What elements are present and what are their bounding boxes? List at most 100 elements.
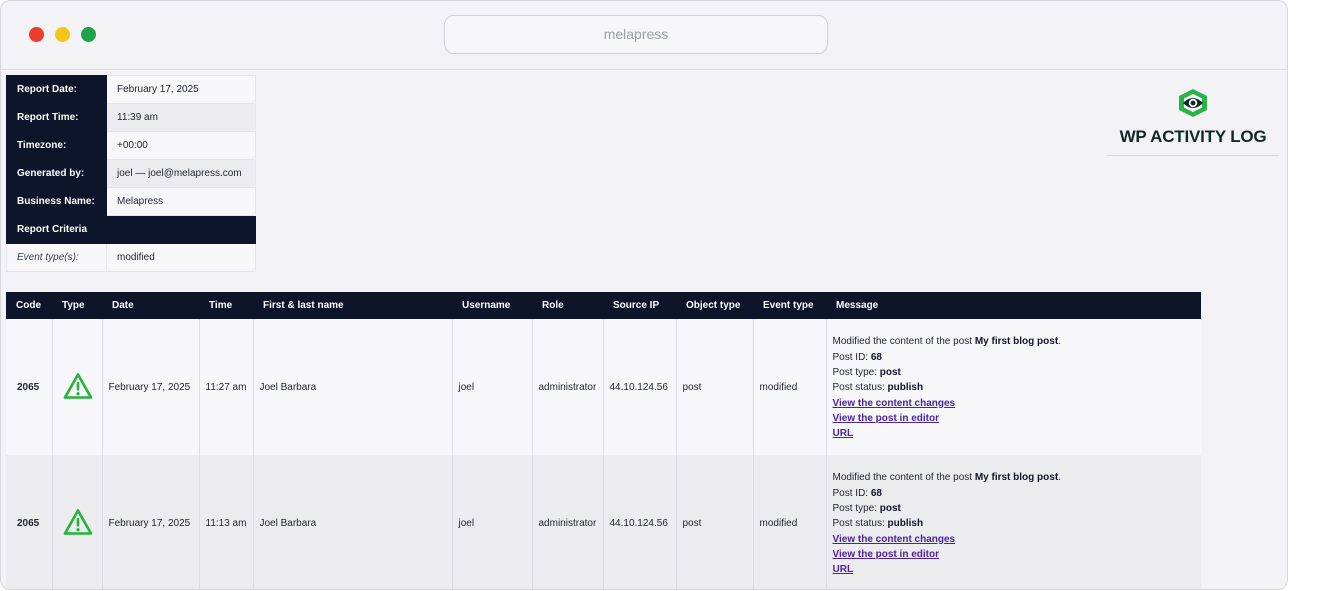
event-role: administrator xyxy=(531,319,603,455)
url-link[interactable]: URL xyxy=(833,426,1202,441)
maximize-window-button[interactable] xyxy=(81,27,96,42)
message-post-id-line: Post ID: 68 xyxy=(833,486,1202,501)
report-page: Report Date: February 17, 2025 Report Ti… xyxy=(1,70,1287,589)
column-header-type: Type xyxy=(52,292,102,319)
message-intro-end: . xyxy=(1058,472,1061,484)
column-header-date: Date xyxy=(102,292,199,319)
message-intro: Modified the content of the post xyxy=(832,472,975,484)
logo-divider xyxy=(1107,155,1279,156)
info-value: 11:39 am xyxy=(106,103,256,132)
warning-icon xyxy=(63,372,92,399)
message-post-status-line: Post status: publish xyxy=(833,380,1202,395)
event-event-type: modified xyxy=(752,455,826,589)
info-row-business-name: Business Name: Melapress xyxy=(6,187,256,216)
event-user-name: Joel Barbara xyxy=(252,319,452,455)
event-object-type: post xyxy=(675,455,753,589)
event-source-ip: 44.10.124.56 xyxy=(602,455,676,589)
browser-window: melapress Report Date: February 17, 2025… xyxy=(0,0,1288,590)
post-id-value: 68 xyxy=(870,351,882,363)
events-table: Code Type Date Time First & last name Us… xyxy=(6,292,1202,589)
event-event-type: modified xyxy=(752,319,826,455)
info-value: +00:00 xyxy=(106,131,256,160)
event-username: joel xyxy=(451,455,532,589)
post-type-label: Post type: xyxy=(832,503,880,515)
column-header-source-ip: Source IP xyxy=(603,292,676,319)
post-status-label: Post status: xyxy=(832,518,888,530)
eye-icon xyxy=(1179,89,1207,117)
column-header-event-type: Event type xyxy=(753,292,826,319)
info-label: Generated by: xyxy=(6,159,107,188)
title-bar: melapress xyxy=(1,1,1287,70)
event-user-name: Joel Barbara xyxy=(252,455,452,589)
events-header-row: Code Type Date Time First & last name Us… xyxy=(6,292,1201,319)
column-header-role: Role xyxy=(532,292,603,319)
info-row-report-date: Report Date: February 17, 2025 xyxy=(6,75,256,104)
post-type-value: post xyxy=(879,503,901,515)
close-window-button[interactable] xyxy=(29,27,44,42)
event-username: joel xyxy=(451,319,532,455)
address-bar[interactable]: melapress xyxy=(444,15,828,54)
event-code: 2065 xyxy=(6,455,52,589)
message-body: Modified the content of the post My firs… xyxy=(833,468,1202,577)
url-link[interactable]: URL xyxy=(833,562,1202,577)
message-post-id-line: Post ID: 68 xyxy=(833,350,1202,365)
column-header-time: Time xyxy=(199,292,253,319)
message-body: Modified the content of the post My firs… xyxy=(833,332,1202,441)
column-header-code: Code xyxy=(6,292,52,319)
event-time: 11:13 am xyxy=(198,455,253,589)
message-post-type-line: Post type: post xyxy=(833,365,1202,380)
post-status-value: publish xyxy=(887,382,924,394)
message-intro-line: Modified the content of the post My firs… xyxy=(833,470,1202,485)
event-message: Modified the content of the post My firs… xyxy=(825,319,1202,455)
post-id-value: 68 xyxy=(870,487,882,499)
message-post-type-line: Post type: post xyxy=(833,501,1202,516)
message-post-title: My first blog post xyxy=(974,472,1059,484)
info-row-timezone: Timezone: +00:00 xyxy=(6,131,256,160)
event-date: February 17, 2025 xyxy=(101,455,199,589)
message-post-status-line: Post status: publish xyxy=(833,516,1202,531)
logo-text: WP ACTIVITY LOG xyxy=(1119,127,1267,146)
info-value: Melapress xyxy=(106,187,256,216)
post-id-label: Post ID: xyxy=(832,487,871,499)
report-criteria-heading-row: Report Criteria xyxy=(6,215,256,244)
minimize-window-button[interactable] xyxy=(55,27,70,42)
event-date: February 17, 2025 xyxy=(101,319,199,455)
criteria-label: Event type(s): xyxy=(6,243,107,272)
criteria-row-event-types: Event type(s): modified xyxy=(6,243,256,272)
info-value: February 17, 2025 xyxy=(106,75,256,104)
view-content-changes-link[interactable]: View the content changes xyxy=(833,532,1202,547)
event-object-type: post xyxy=(675,319,753,455)
column-header-object-type: Object type xyxy=(676,292,753,319)
info-label: Timezone: xyxy=(6,131,107,160)
info-row-report-time: Report Time: 11:39 am xyxy=(6,103,256,132)
info-label: Report Date: xyxy=(6,75,107,104)
table-row: 2065 February 17, 2025 11:13 am Joel Bar… xyxy=(6,455,1202,589)
event-role: administrator xyxy=(531,455,603,589)
criteria-value: modified xyxy=(106,243,256,272)
info-value: joel — joel@melapress.com xyxy=(106,159,256,188)
column-header-message: Message xyxy=(826,292,1201,319)
wp-activity-log-logo: WP ACTIVITY LOG xyxy=(1107,88,1279,156)
post-id-label: Post ID: xyxy=(832,351,871,363)
view-content-changes-link[interactable]: View the content changes xyxy=(833,396,1202,411)
post-type-value: post xyxy=(879,367,901,379)
event-code: 2065 xyxy=(6,319,52,455)
event-type-cell xyxy=(51,455,102,589)
column-header-name: First & last name xyxy=(253,292,452,319)
info-label: Business Name: xyxy=(6,187,107,216)
message-intro: Modified the content of the post xyxy=(832,336,975,348)
post-status-value: publish xyxy=(887,518,924,530)
event-source-ip: 44.10.124.56 xyxy=(602,319,676,455)
event-time: 11:27 am xyxy=(198,319,253,455)
report-criteria-heading: Report Criteria xyxy=(6,215,256,244)
info-row-generated-by: Generated by: joel — joel@melapress.com xyxy=(6,159,256,188)
event-message: Modified the content of the post My firs… xyxy=(825,455,1202,589)
column-header-username: Username xyxy=(452,292,532,319)
view-post-in-editor-link[interactable]: View the post in editor xyxy=(833,547,1202,562)
report-info-table: Report Date: February 17, 2025 Report Ti… xyxy=(6,75,256,272)
view-post-in-editor-link[interactable]: View the post in editor xyxy=(833,411,1202,426)
table-row: 2065 February 17, 2025 11:27 am Joel Bar… xyxy=(6,319,1201,455)
message-intro-end: . xyxy=(1058,336,1061,348)
post-status-label: Post status: xyxy=(832,382,888,394)
message-intro-line: Modified the content of the post My firs… xyxy=(833,334,1202,349)
